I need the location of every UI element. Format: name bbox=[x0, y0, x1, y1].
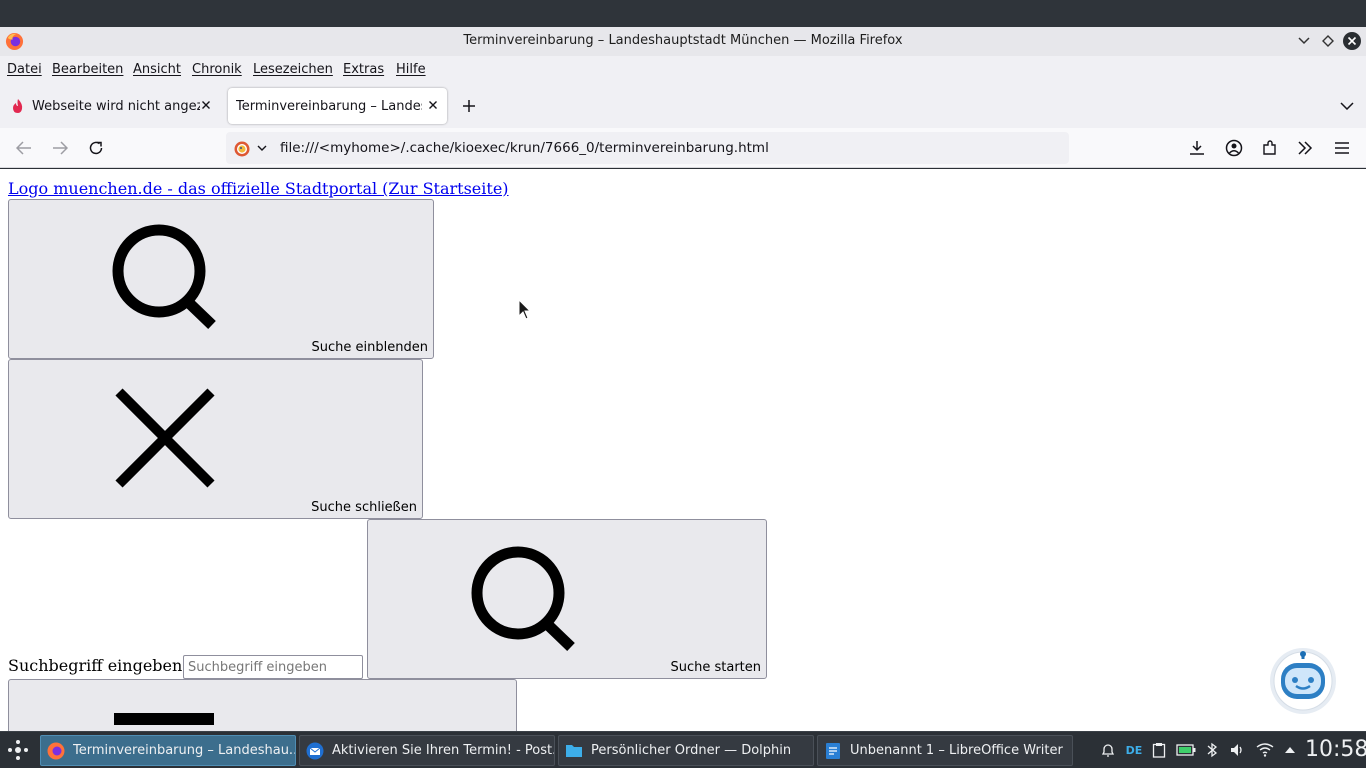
task-label: Unbenannt 1 – LibreOffice Writer bbox=[850, 743, 1063, 758]
show-hidden-icons-arrow-icon[interactable] bbox=[1281, 741, 1299, 759]
navigation-toolbar: file:///<myhome>/.cache/kioexec/krun/766… bbox=[0, 128, 1366, 168]
taskbar: Terminvereinbarung – Landeshau... Aktivi… bbox=[0, 731, 1366, 768]
wifi-icon[interactable] bbox=[1255, 741, 1275, 759]
back-arrow-icon[interactable] bbox=[13, 137, 35, 159]
search-engine-chevron-icon[interactable] bbox=[255, 141, 269, 155]
list-all-tabs-chevron-icon[interactable] bbox=[1338, 97, 1356, 115]
menu-ansicht[interactable]: Ansicht bbox=[133, 62, 181, 77]
chatbot-robot-icon[interactable] bbox=[1267, 646, 1339, 716]
clipboard-icon[interactable] bbox=[1150, 741, 1168, 759]
clock[interactable]: 10:58 bbox=[1305, 737, 1366, 762]
minus-icon bbox=[114, 713, 214, 725]
download-icon[interactable] bbox=[1186, 137, 1208, 159]
desktop-top-bar bbox=[0, 0, 1366, 27]
tab-label: Webseite wird nicht angezeigt bbox=[32, 98, 200, 114]
volume-icon[interactable] bbox=[1228, 741, 1246, 759]
menu-hilfe[interactable]: Hilfe bbox=[396, 62, 426, 77]
search-input[interactable] bbox=[183, 655, 363, 679]
close-search-button[interactable]: Suche schließen bbox=[8, 359, 423, 519]
start-search-caption: Suche starten bbox=[670, 660, 761, 675]
application-launcher-icon[interactable] bbox=[6, 738, 30, 762]
url-text: file:///<myhome>/.cache/kioexec/krun/766… bbox=[280, 140, 769, 156]
collapse-button[interactable] bbox=[8, 679, 517, 731]
notifications-bell-icon[interactable] bbox=[1099, 741, 1117, 759]
page-viewport: Logo muenchen.de - das offizielle Stadtp… bbox=[0, 169, 1366, 731]
task-thunderbird[interactable]: Aktivieren Sie Ihren Termin! - Post... bbox=[299, 735, 555, 766]
account-icon[interactable] bbox=[1223, 137, 1245, 159]
mouse-cursor-icon bbox=[518, 299, 532, 320]
new-tab-plus-icon[interactable] bbox=[459, 96, 479, 116]
menu-extras[interactable]: Extras bbox=[343, 62, 384, 77]
search-icon bbox=[471, 546, 575, 651]
more-tools-chevrons-icon[interactable] bbox=[1294, 137, 1316, 159]
task-label: Terminvereinbarung – Landeshau... bbox=[73, 743, 295, 758]
minimize-button[interactable] bbox=[1294, 31, 1314, 51]
logo-home-link[interactable]: Logo muenchen.de - das offizielle Stadtp… bbox=[8, 179, 509, 198]
reload-icon[interactable] bbox=[85, 137, 107, 159]
start-search-button[interactable]: Suche starten bbox=[367, 519, 767, 679]
forward-arrow-icon[interactable] bbox=[49, 137, 71, 159]
task-dolphin[interactable]: Persönlicher Ordner — Dolphin bbox=[558, 735, 814, 766]
firefox-icon bbox=[47, 742, 65, 759]
task-firefox[interactable]: Terminvereinbarung – Landeshau... bbox=[40, 735, 296, 766]
duckduckgo-icon[interactable] bbox=[234, 141, 250, 157]
url-bar[interactable]: file:///<myhome>/.cache/kioexec/krun/766… bbox=[226, 132, 1069, 164]
close-search-caption: Suche schließen bbox=[311, 500, 417, 515]
task-label: Persönlicher Ordner — Dolphin bbox=[591, 743, 792, 758]
writer-icon bbox=[826, 742, 840, 759]
tab-bar: Webseite wird nicht angezeigt Terminvere… bbox=[0, 84, 1366, 128]
tab-terminvereinbarung[interactable]: Terminvereinbarung – Landeshauptstadt Mü… bbox=[228, 88, 447, 124]
keyboard-layout-indicator[interactable]: DE bbox=[1124, 741, 1144, 759]
menu-datei[interactable]: Datei bbox=[7, 62, 42, 77]
extensions-puzzle-icon[interactable] bbox=[1259, 137, 1281, 159]
battery-icon[interactable] bbox=[1175, 741, 1197, 759]
search-icon bbox=[112, 224, 216, 329]
folder-icon bbox=[566, 744, 582, 757]
window-titlebar: Terminvereinbarung – Landeshauptstadt Mü… bbox=[0, 27, 1366, 56]
menu-bar: Datei Bearbeiten Ansicht Chronik Lesezei… bbox=[0, 56, 1366, 84]
menu-bearbeiten[interactable]: Bearbeiten bbox=[52, 62, 123, 77]
menu-lesezeichen[interactable]: Lesezeichen bbox=[253, 62, 333, 77]
tab-error-page[interactable]: Webseite wird nicht angezeigt bbox=[4, 88, 220, 124]
tab-close-icon[interactable] bbox=[198, 97, 214, 113]
tab-close-icon[interactable] bbox=[425, 97, 441, 113]
close-window-button[interactable] bbox=[1342, 31, 1362, 51]
maximize-button[interactable] bbox=[1318, 31, 1338, 51]
show-search-button[interactable]: Suche einblenden bbox=[8, 199, 434, 359]
tab-label: Terminvereinbarung – Landeshauptstadt Mü… bbox=[236, 98, 422, 114]
bluetooth-icon[interactable] bbox=[1203, 741, 1221, 759]
close-icon bbox=[115, 388, 215, 488]
task-label: Aktivieren Sie Ihren Termin! - Post... bbox=[332, 743, 554, 758]
warning-flame-icon bbox=[13, 99, 23, 113]
task-writer[interactable]: Unbenannt 1 – LibreOffice Writer bbox=[817, 735, 1073, 766]
menu-chronik[interactable]: Chronik bbox=[192, 62, 242, 77]
search-input-label: Suchbegriff eingeben bbox=[8, 656, 183, 675]
window-title: Terminvereinbarung – Landeshauptstadt Mü… bbox=[463, 33, 903, 48]
show-search-caption: Suche einblenden bbox=[311, 340, 428, 355]
thunderbird-icon bbox=[306, 742, 324, 759]
hamburger-menu-icon[interactable] bbox=[1331, 137, 1353, 159]
